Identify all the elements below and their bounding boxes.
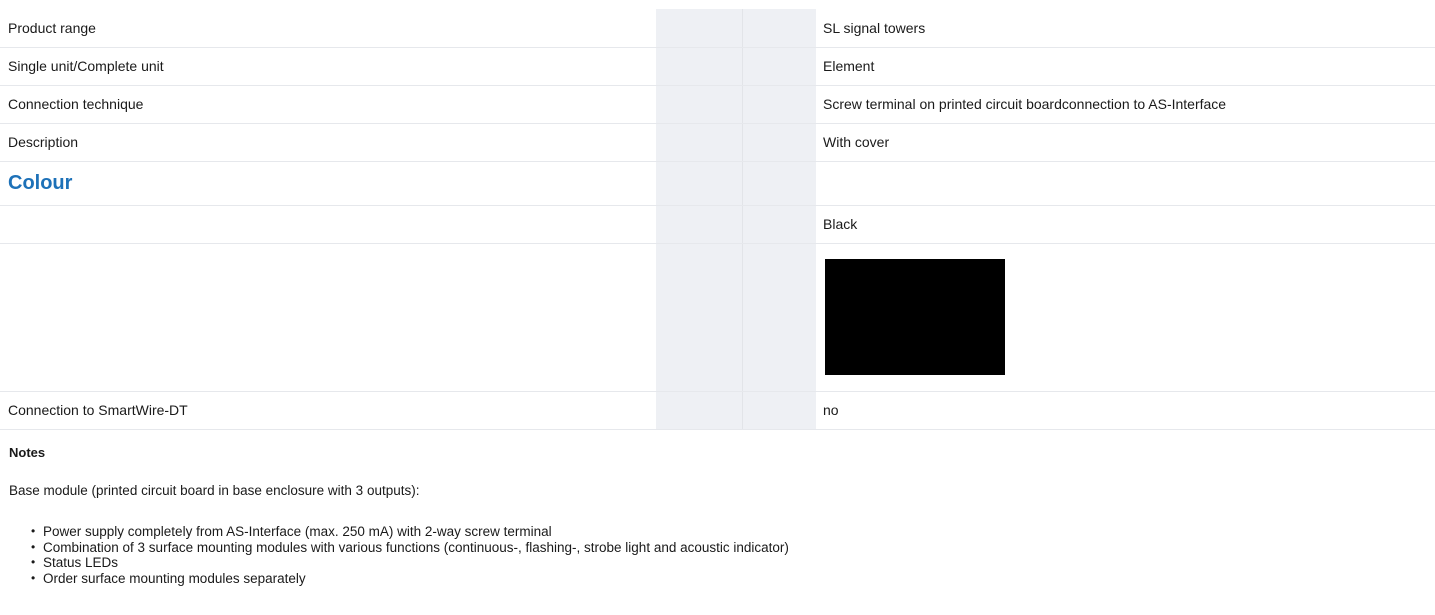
shaded-cell bbox=[656, 85, 743, 124]
spec-row-connection-technique: Connection technique Screw terminal on p… bbox=[0, 85, 1435, 124]
shaded-cell bbox=[656, 161, 743, 206]
colour-swatch bbox=[825, 259, 1005, 375]
spec-row-smartwire: Connection to SmartWire-DT no bbox=[0, 391, 1435, 430]
spec-label: Product range bbox=[0, 9, 656, 48]
spec-label: Connection to SmartWire-DT bbox=[0, 391, 656, 430]
bullet-icon: • bbox=[31, 524, 36, 538]
spec-label: Description bbox=[0, 123, 656, 162]
notes-list: • Power supply completely from AS-Interfa… bbox=[31, 524, 789, 586]
spec-value: Element bbox=[816, 47, 1435, 86]
shaded-cell bbox=[742, 243, 816, 392]
shaded-cell bbox=[656, 243, 743, 392]
shaded-cell bbox=[742, 161, 816, 206]
list-item-text: Order surface mounting modules separatel… bbox=[43, 570, 306, 586]
colour-section-row: Colour bbox=[0, 161, 1435, 206]
shaded-cell bbox=[742, 123, 816, 162]
spec-row-colour-value: Black bbox=[0, 205, 1435, 244]
shaded-cell bbox=[656, 123, 743, 162]
spec-value-empty bbox=[816, 161, 1435, 206]
list-item-text: Combination of 3 surface mounting module… bbox=[43, 539, 789, 555]
spec-label-empty bbox=[0, 205, 656, 244]
shaded-cell bbox=[656, 391, 743, 430]
spec-table: Product range SL signal towers Single un… bbox=[0, 9, 1435, 430]
spec-value: no bbox=[816, 391, 1435, 430]
shaded-cell bbox=[656, 47, 743, 86]
shaded-cell bbox=[742, 391, 816, 430]
shaded-cell bbox=[742, 205, 816, 244]
spec-label: Single unit/Complete unit bbox=[0, 47, 656, 86]
spec-value: SL signal towers bbox=[816, 9, 1435, 48]
notes-section: Notes Base module (printed circuit board… bbox=[9, 445, 1409, 586]
swatch-cell bbox=[816, 243, 1435, 392]
list-item: • Order surface mounting modules separate… bbox=[31, 571, 789, 587]
spec-row-product-range: Product range SL signal towers bbox=[0, 9, 1435, 48]
colour-heading-text: Colour bbox=[8, 171, 73, 194]
list-item: • Power supply completely from AS-Interfa… bbox=[31, 524, 789, 540]
shaded-cell bbox=[742, 85, 816, 124]
shaded-cell bbox=[656, 205, 743, 244]
colour-section-heading: Colour bbox=[0, 161, 656, 206]
spec-label: Connection technique bbox=[0, 85, 656, 124]
notes-title: Notes bbox=[9, 445, 46, 460]
spec-value: Black bbox=[816, 205, 1435, 244]
bullet-icon: • bbox=[31, 555, 36, 569]
bullet-icon: • bbox=[31, 570, 36, 585]
list-item: • Combination of 3 surface mounting modul… bbox=[31, 540, 789, 556]
list-item-text: Status LEDs bbox=[43, 555, 119, 570]
shaded-cell bbox=[742, 9, 816, 48]
spec-row-colour-swatch bbox=[0, 243, 1435, 392]
spec-label-empty bbox=[0, 243, 656, 392]
spec-row-single-unit: Single unit/Complete unit Element bbox=[0, 47, 1435, 86]
spec-value: Screw terminal on printed circuit boardc… bbox=[816, 85, 1435, 124]
list-item-text: Power supply completely from AS-Interfac… bbox=[43, 524, 552, 539]
bullet-icon: • bbox=[31, 539, 36, 554]
shaded-cell bbox=[656, 9, 743, 48]
list-item: • Status LEDs bbox=[31, 555, 789, 571]
spec-row-description: Description With cover bbox=[0, 123, 1435, 162]
shaded-cell bbox=[742, 47, 816, 86]
spec-value: With cover bbox=[816, 123, 1435, 162]
notes-intro: Base module (printed circuit board in ba… bbox=[9, 483, 420, 498]
